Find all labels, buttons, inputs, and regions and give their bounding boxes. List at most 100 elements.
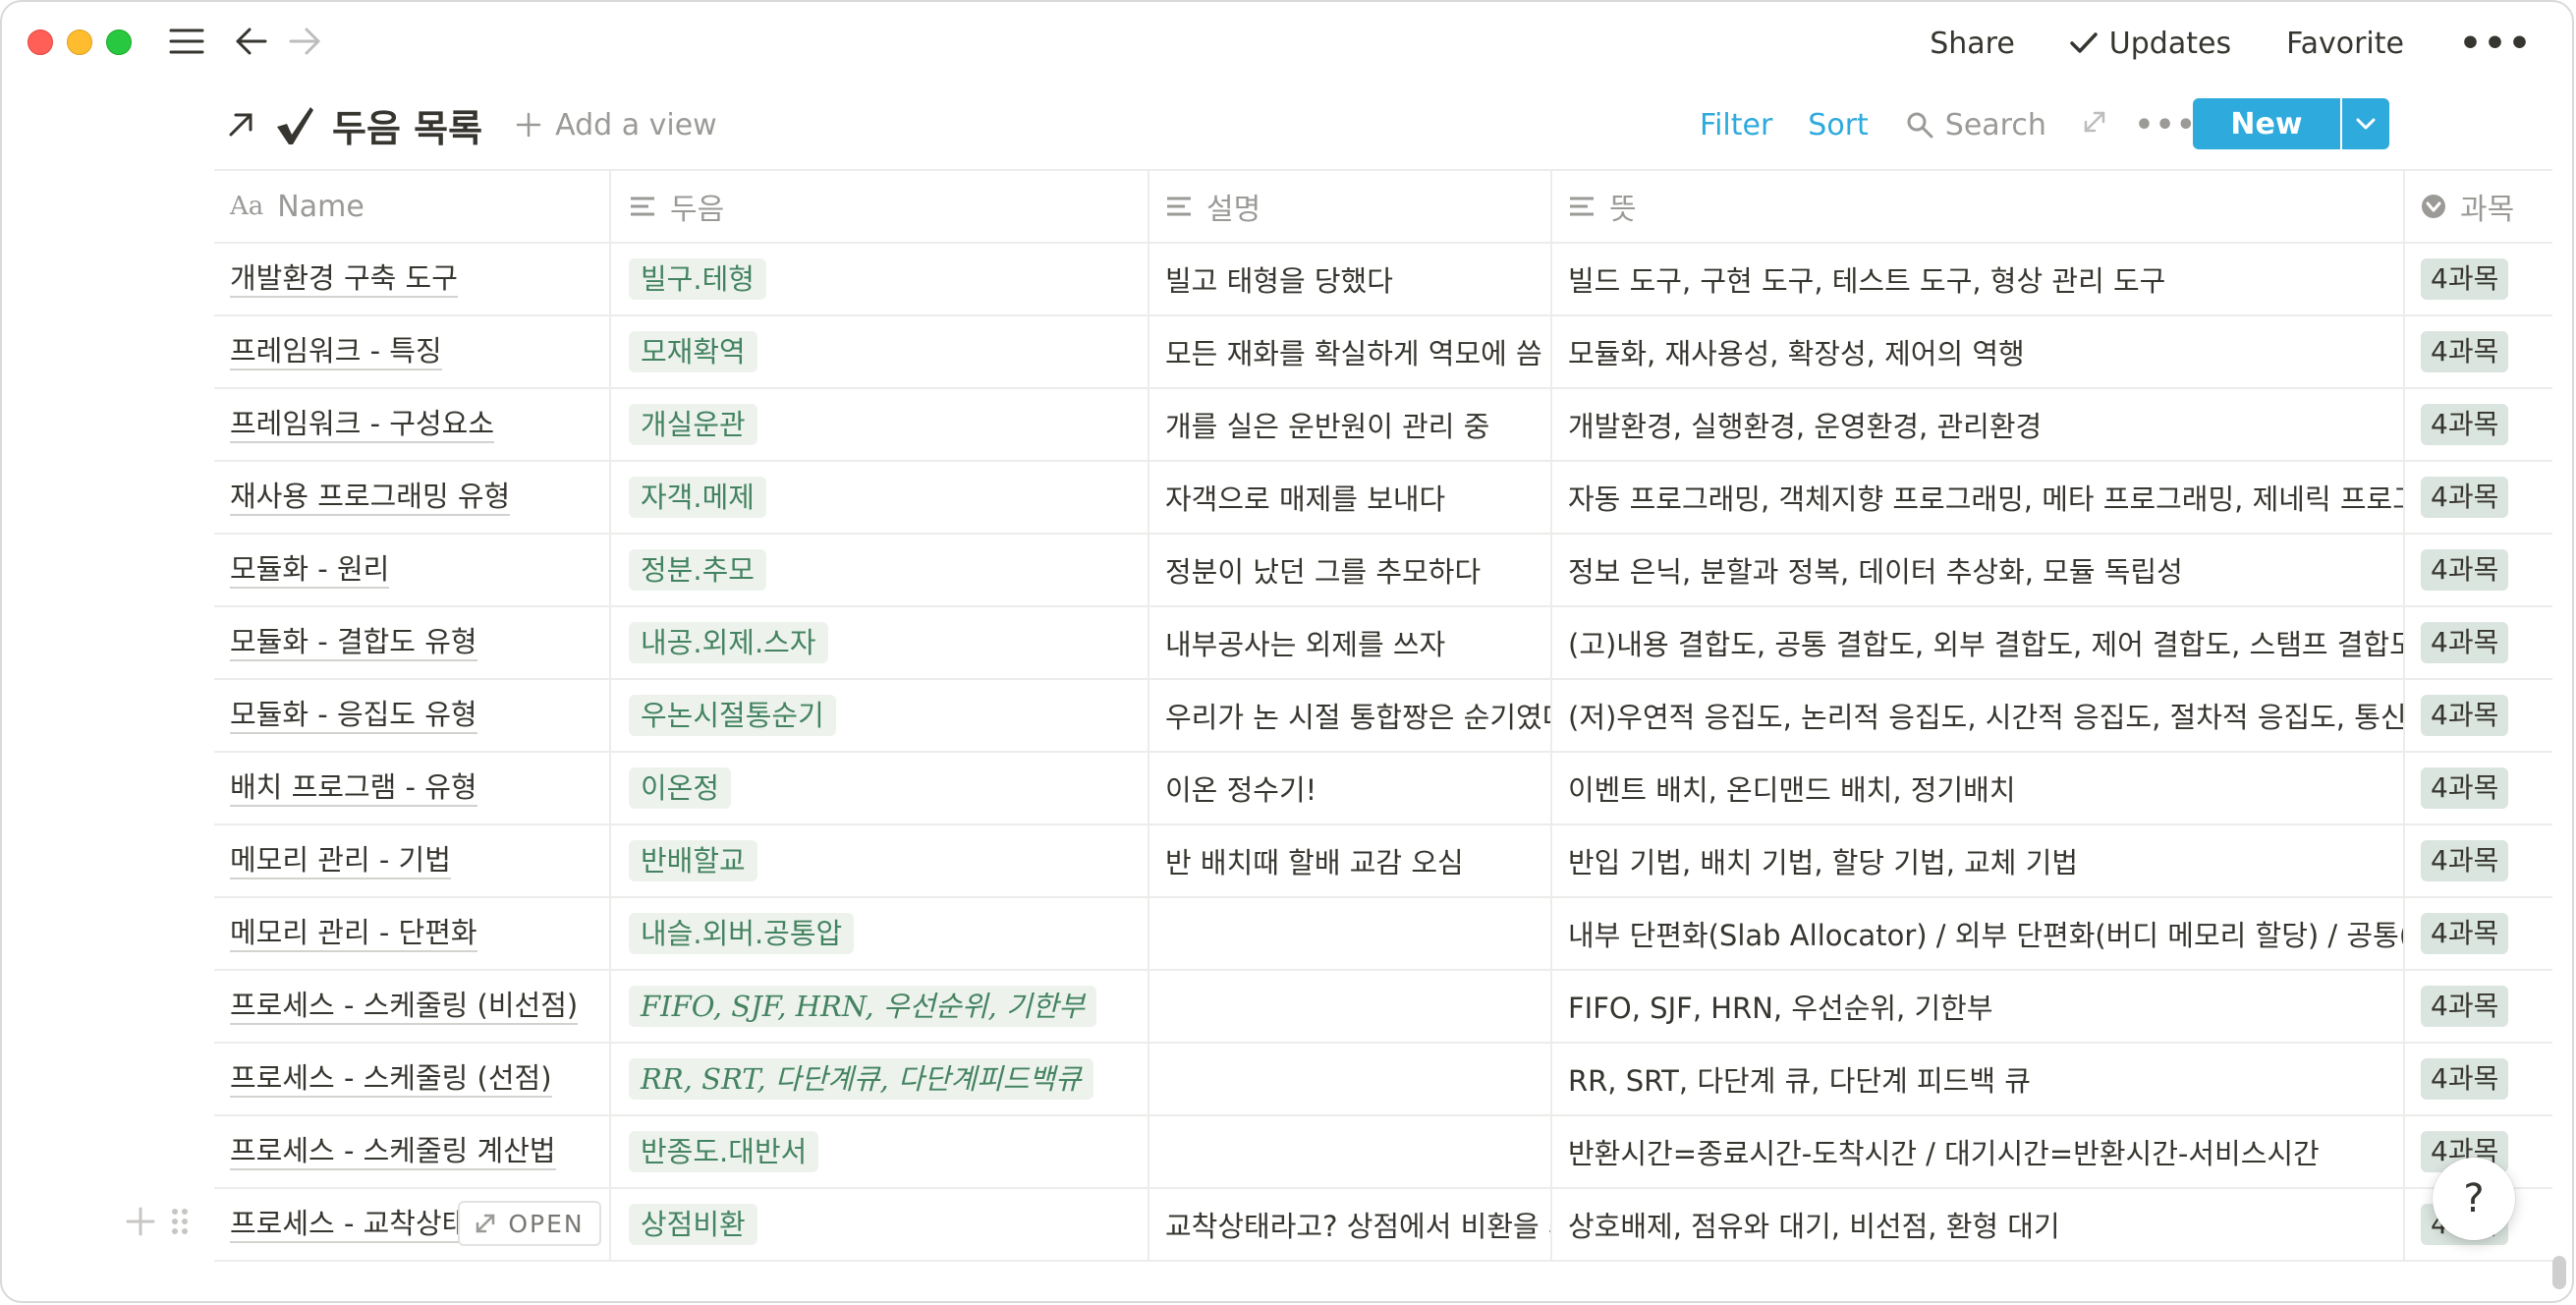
dueum-cell[interactable]: FIFO, SJF, HRN, 우선순위, 기한부 [611, 971, 1149, 1042]
database-title[interactable]: 두음 목록 [332, 98, 482, 152]
dueum-cell[interactable]: 자객.메제 [611, 462, 1149, 533]
dueum-cell[interactable]: 개실운관 [611, 389, 1149, 460]
add-view-button[interactable]: Add a view [516, 108, 717, 142]
column-header-subject[interactable]: 과목 [2405, 171, 2552, 242]
dueum-cell[interactable]: 내공.외제.스자 [611, 607, 1149, 678]
sidebar-menu-icon[interactable] [165, 20, 208, 63]
description-cell[interactable] [1149, 1116, 1552, 1187]
subject-cell[interactable]: 4과목 [2405, 389, 2552, 460]
name-cell[interactable]: 프로세스 - 스케줄링 (선점) [214, 1044, 611, 1114]
expand-icon[interactable] [2082, 108, 2107, 142]
name-cell[interactable]: 프로세스 - 스케줄링 (비선점) [214, 971, 611, 1042]
minimize-window-button[interactable] [67, 29, 92, 55]
meaning-cell[interactable]: 이벤트 배치, 온디맨드 배치, 정기배치 [1552, 753, 2405, 823]
description-cell[interactable]: 개를 실은 운반원이 관리 중 [1149, 389, 1552, 460]
meaning-cell[interactable]: 상호배제, 점유와 대기, 비선점, 환형 대기 [1552, 1189, 2405, 1260]
more-options-button[interactable]: ••• [2459, 24, 2533, 64]
share-button[interactable]: Share [1930, 27, 2015, 61]
view-options-button[interactable]: ••• [2135, 108, 2198, 142]
description-cell[interactable] [1149, 971, 1552, 1042]
name-cell[interactable]: 메모리 관리 - 단편화 [214, 898, 611, 969]
table-row[interactable]: 메모리 관리 - 기법 반배할교 반 배치때 할배 교감 오심 반입 기법, 배치 기… [214, 825, 2552, 898]
favorite-button[interactable]: Favorite [2286, 27, 2404, 61]
table-row[interactable]: 모듈화 - 결합도 유형 내공.외제.스자 내부공사는 외제를 쓰자 (고)내용 결합… [214, 607, 2552, 680]
table-row[interactable]: 프로세스 - 스케줄링 (선점) RR, SRT, 다단계큐, 다단계피드백큐 RR… [214, 1044, 2552, 1116]
vertical-scrollbar[interactable] [2552, 1256, 2566, 1289]
column-header-description[interactable]: 설명 [1149, 171, 1552, 242]
table-row[interactable]: 모듈화 - 응집도 유형 우논시절통순기 우리가 논 시절 통합짱은 순기였다 (저)… [214, 680, 2552, 753]
subject-cell[interactable]: 4과목 [2405, 316, 2552, 387]
description-cell[interactable]: 내부공사는 외제를 쓰자 [1149, 607, 1552, 678]
meaning-cell[interactable]: 반환시간=종료시간-도착시간 / 대기시간=반환시간-서비스시간 [1552, 1116, 2405, 1187]
name-cell[interactable]: 모듈화 - 결합도 유형 [214, 607, 611, 678]
subject-cell[interactable]: 4과목 [2405, 971, 2552, 1042]
meaning-cell[interactable]: FIFO, SJF, HRN, 우선순위, 기한부 [1552, 971, 2405, 1042]
meaning-cell[interactable]: 정보 은닉, 분할과 정복, 데이터 추상화, 모듈 독립성 [1552, 535, 2405, 605]
meaning-cell[interactable]: (저)우연적 응집도, 논리적 응집도, 시간적 응집도, 절차적 응집도, 통… [1552, 680, 2405, 751]
name-cell[interactable]: 프레임워크 - 구성요소 [214, 389, 611, 460]
subject-cell[interactable]: 4과목 [2405, 753, 2552, 823]
description-cell[interactable]: 자객으로 매제를 보내다 [1149, 462, 1552, 533]
table-row[interactable]: 배치 프로그램 - 유형 이온정 이온 정수기! 이벤트 배치, 온디맨드 배치, 정… [214, 753, 2552, 825]
dueum-cell[interactable]: 정분.추모 [611, 535, 1149, 605]
table-row[interactable]: 프레임워크 - 구성요소 개실운관 개를 실은 운반원이 관리 중 개발환경, 실행환… [214, 389, 2552, 462]
table-row[interactable]: 프로세스 - 교착상태 상점비환 교착상태라고? 상점에서 비환을 사 상호배제, 점… [126, 1189, 2552, 1262]
name-cell[interactable]: 메모리 관리 - 기법 [214, 825, 611, 896]
column-header-meaning[interactable]: 뜻 [1552, 171, 2405, 242]
name-cell[interactable]: 모듈화 - 원리 [214, 535, 611, 605]
name-cell[interactable]: 프로세스 - 스케줄링 계산법 [214, 1116, 611, 1187]
description-cell[interactable] [1149, 1044, 1552, 1114]
meaning-cell[interactable]: RR, SRT, 다단계 큐, 다단계 피드백 큐 [1552, 1044, 2405, 1114]
back-arrow-icon[interactable] [230, 20, 273, 63]
description-cell[interactable]: 모든 재화를 확실하게 역모에 씀 [1149, 316, 1552, 387]
subject-cell[interactable]: 4과목 [2405, 898, 2552, 969]
subject-cell[interactable]: 4과목 [2405, 680, 2552, 751]
description-cell[interactable]: 교착상태라고? 상점에서 비환을 사 [1149, 1189, 1552, 1260]
name-cell[interactable]: 재사용 프로그래밍 유형 [214, 462, 611, 533]
subject-cell[interactable]: 4과목 [2405, 825, 2552, 896]
table-row[interactable]: 재사용 프로그래밍 유형 자객.메제 자객으로 매제를 보내다 자동 프로그래밍, 객… [214, 462, 2552, 535]
close-window-button[interactable] [28, 29, 53, 55]
open-row-button[interactable]: OPEN [458, 1201, 601, 1246]
name-cell[interactable]: 모듈화 - 응집도 유형 [214, 680, 611, 751]
meaning-cell[interactable]: 개발환경, 실행환경, 운영환경, 관리환경 [1552, 389, 2405, 460]
checkmark-emoji-icon[interactable] [273, 103, 316, 146]
description-cell[interactable]: 정분이 났던 그를 추모하다 [1149, 535, 1552, 605]
dueum-cell[interactable]: 이온정 [611, 753, 1149, 823]
subject-cell[interactable]: 4과목 [2405, 462, 2552, 533]
meaning-cell[interactable]: 모듈화, 재사용성, 확장성, 제어의 역행 [1552, 316, 2405, 387]
table-row[interactable]: 개발환경 구축 도구 빌구.테형 빌고 태형을 당했다 빌드 도구, 구현 도구, 테… [214, 244, 2552, 316]
open-as-page-icon[interactable] [226, 110, 255, 140]
meaning-cell[interactable]: 자동 프로그래밍, 객체지향 프로그래밍, 메타 프로그래밍, 제네릭 프로그래… [1552, 462, 2405, 533]
column-header-name[interactable]: Aa Name [214, 171, 611, 242]
table-row[interactable]: 프로세스 - 스케줄링 계산법 반종도.대반서 반환시간=종료시간-도착시간 / 대… [214, 1116, 2552, 1189]
table-row[interactable]: 프레임워크 - 특징 모재확역 모든 재화를 확실하게 역모에 씀 모듈화, 재사용성… [214, 316, 2552, 389]
sort-button[interactable]: Sort [1808, 108, 1869, 142]
name-cell[interactable]: 배치 프로그램 - 유형 [214, 753, 611, 823]
subject-cell[interactable]: 4과목 [2405, 535, 2552, 605]
dueum-cell[interactable]: 빌구.테형 [611, 244, 1149, 314]
table-row[interactable]: 프로세스 - 스케줄링 (비선점) FIFO, SJF, HRN, 우선순위, 기… [214, 971, 2552, 1044]
subject-cell[interactable]: 4과목 [2405, 607, 2552, 678]
drag-handle-icon[interactable] [171, 1207, 189, 1236]
subject-cell[interactable]: 4과목 [2405, 1044, 2552, 1114]
forward-arrow-icon[interactable] [283, 20, 326, 63]
search-button[interactable]: Search [1906, 108, 2046, 142]
add-row-plus-icon[interactable] [126, 1207, 155, 1236]
dueum-cell[interactable]: 반종도.대반서 [611, 1116, 1149, 1187]
help-button[interactable]: ? [2433, 1158, 2515, 1240]
dueum-cell[interactable]: 상점비환 [611, 1189, 1149, 1260]
description-cell[interactable] [1149, 898, 1552, 969]
dueum-cell[interactable]: 반배할교 [611, 825, 1149, 896]
meaning-cell[interactable]: 빌드 도구, 구현 도구, 테스트 도구, 형상 관리 도구 [1552, 244, 2405, 314]
meaning-cell[interactable]: 내부 단편화(Slab Allocator) / 외부 단편화(버디 메모리 할… [1552, 898, 2405, 969]
dueum-cell[interactable]: 모재확역 [611, 316, 1149, 387]
meaning-cell[interactable]: (고)내용 결합도, 공통 결합도, 외부 결합도, 제어 결합도, 스탬프 결… [1552, 607, 2405, 678]
subject-cell[interactable]: 4과목 [2405, 244, 2552, 314]
name-cell[interactable]: 개발환경 구축 도구 [214, 244, 611, 314]
dueum-cell[interactable]: 우논시절통순기 [611, 680, 1149, 751]
new-dropdown-chevron-icon[interactable] [2342, 98, 2389, 149]
filter-button[interactable]: Filter [1700, 108, 1772, 142]
description-cell[interactable]: 이온 정수기! [1149, 753, 1552, 823]
name-cell[interactable]: 프레임워크 - 특징 [214, 316, 611, 387]
